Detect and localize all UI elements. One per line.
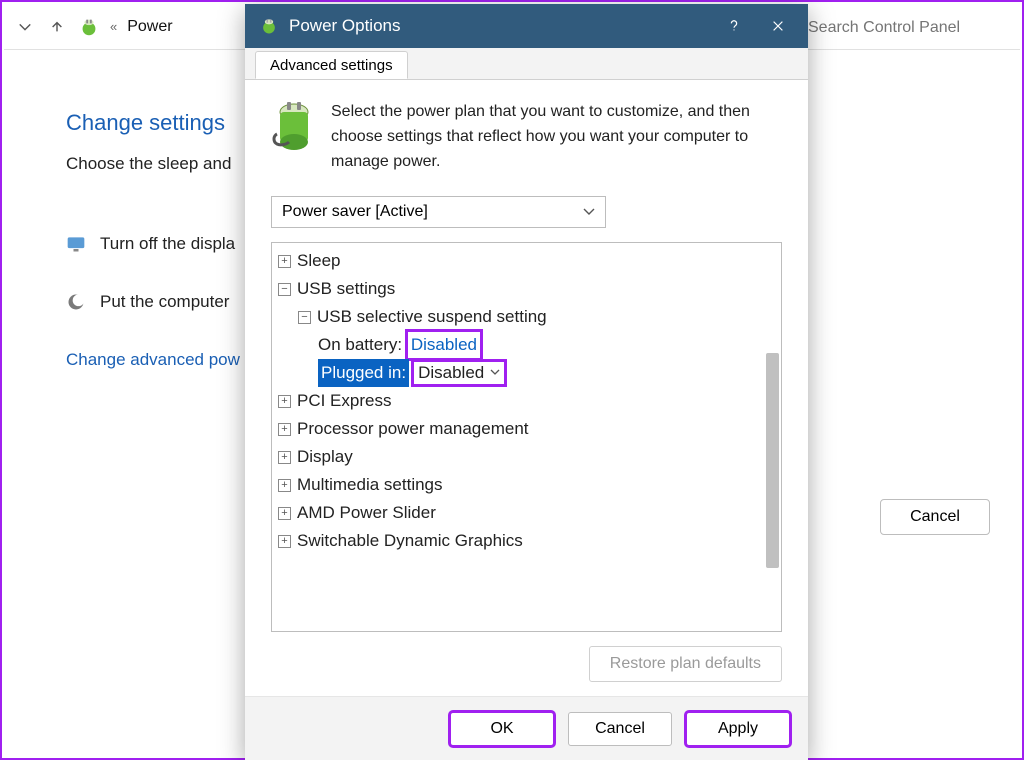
expand-icon[interactable]: + (278, 395, 291, 408)
tree-node-switchable-graphics[interactable]: + Switchable Dynamic Graphics (278, 527, 763, 555)
dialog-content: Select the power plan that you want to c… (245, 80, 808, 696)
tree-label: USB settings (297, 275, 395, 303)
tree-node-amd-power-slider[interactable]: + AMD Power Slider (278, 499, 763, 527)
power-options-icon (259, 16, 279, 36)
nav-back-dropdown-icon[interactable] (14, 16, 36, 38)
plugged-in-value-select[interactable]: Disabled (413, 361, 505, 385)
nav-up-icon[interactable] (46, 16, 68, 38)
expand-icon[interactable]: + (278, 451, 291, 464)
tree-label: AMD Power Slider (297, 499, 436, 527)
expand-icon[interactable]: + (278, 507, 291, 520)
dialog-footer: OK Cancel Apply (245, 696, 808, 760)
on-battery-value[interactable]: Disabled (407, 331, 481, 359)
dialog-titlebar[interactable]: Power Options (245, 4, 808, 48)
settings-tree[interactable]: +Sleep −USB settings −USB selective susp… (271, 242, 782, 632)
apply-button[interactable]: Apply (686, 712, 790, 746)
close-button[interactable] (756, 4, 800, 48)
moon-icon (66, 292, 86, 312)
breadcrumb[interactable]: Power (127, 18, 172, 36)
tree-label: Multimedia settings (297, 471, 443, 499)
row-turn-off-display-label: Turn off the displa (100, 234, 235, 254)
plugged-in-value: Disabled (418, 359, 484, 387)
tree-label: Sleep (297, 247, 340, 275)
tree-label: On battery: (318, 331, 402, 359)
tab-advanced-settings[interactable]: Advanced settings (255, 51, 408, 79)
tree-node-multimedia[interactable]: + Multimedia settings (278, 471, 763, 499)
battery-large-icon (271, 100, 317, 152)
cp-cancel-button[interactable]: Cancel (880, 499, 990, 535)
tree-scrollbar[interactable] (766, 353, 779, 568)
tree-node-plugged-in[interactable]: Plugged in: Disabled (278, 359, 763, 387)
tree-node-processor-power[interactable]: + Processor power management (278, 415, 763, 443)
plugged-in-label: Plugged in: (318, 359, 409, 387)
search-input[interactable] (806, 14, 1006, 42)
monitor-icon (66, 234, 86, 254)
chevron-down-icon (583, 206, 595, 218)
tree-node-usb-selective-suspend[interactable]: −USB selective suspend setting (278, 303, 763, 331)
collapse-icon[interactable]: − (278, 283, 291, 296)
breadcrumb-separator: « (110, 19, 117, 34)
help-button[interactable] (712, 4, 756, 48)
tree-node-usb-settings[interactable]: −USB settings (278, 275, 763, 303)
power-plan-icon (78, 16, 100, 38)
dialog-tabstrip: Advanced settings (245, 48, 808, 80)
expand-icon[interactable]: + (278, 423, 291, 436)
expand-icon[interactable]: + (278, 255, 291, 268)
row-sleep-label: Put the computer (100, 292, 229, 312)
tree-label: Switchable Dynamic Graphics (297, 527, 523, 555)
tree-label: Processor power management (297, 415, 529, 443)
restore-defaults-button[interactable]: Restore plan defaults (589, 646, 782, 682)
tree-node-sleep[interactable]: + Sleep (278, 247, 763, 275)
dialog-description: Select the power plan that you want to c… (331, 100, 782, 174)
collapse-icon[interactable]: − (298, 311, 311, 324)
tree-node-display[interactable]: + Display (278, 443, 763, 471)
dialog-title: Power Options (289, 16, 712, 36)
ok-button[interactable]: OK (450, 712, 554, 746)
expand-icon[interactable]: + (278, 479, 291, 492)
expand-icon[interactable]: + (278, 535, 291, 548)
tree-node-pci-express[interactable]: + PCI Express (278, 387, 763, 415)
tree-node-on-battery[interactable]: On battery: Disabled (278, 331, 763, 359)
chevron-down-icon (490, 368, 500, 378)
tree-label: PCI Express (297, 387, 391, 415)
cancel-button[interactable]: Cancel (568, 712, 672, 746)
tree-label: USB selective suspend setting (317, 303, 547, 331)
tree-label: Display (297, 443, 353, 471)
power-plan-select[interactable]: Power saver [Active] (271, 196, 606, 228)
power-options-dialog: Power Options Advanced settings Select t… (245, 4, 808, 760)
power-plan-select-value: Power saver [Active] (282, 203, 428, 221)
